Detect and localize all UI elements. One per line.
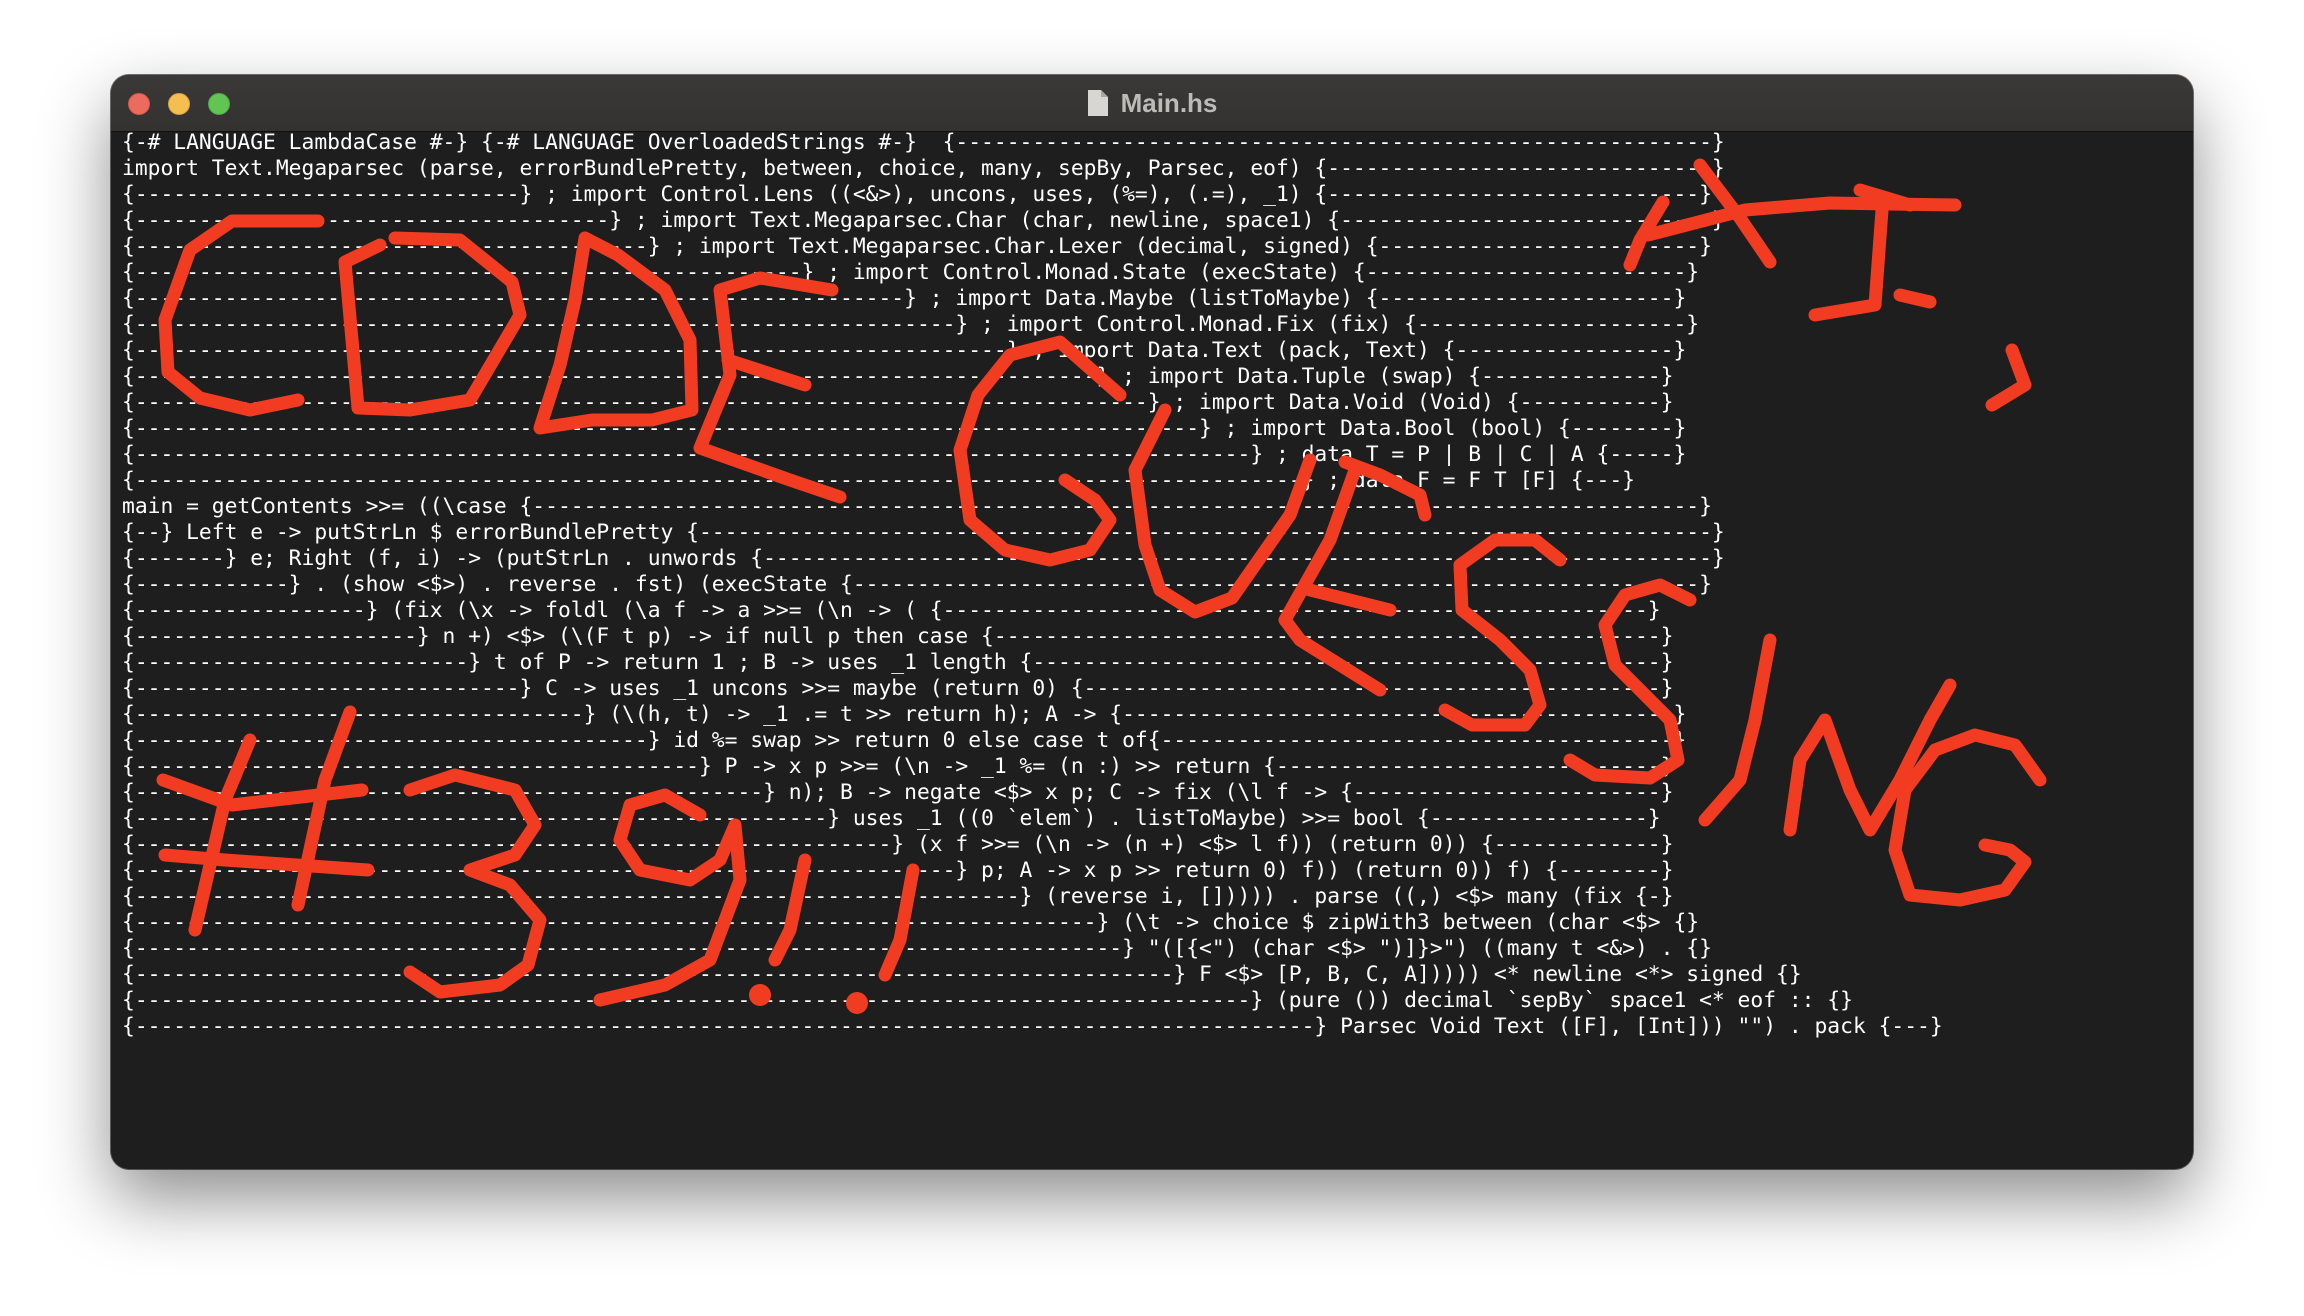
code-line: {---------------------------------------… — [122, 364, 1674, 389]
code-line: {---------------------------------------… — [122, 260, 1700, 285]
code-line: {---------------------------------------… — [122, 468, 1635, 493]
code-line: {---------------------------------------… — [122, 910, 1700, 935]
code-line: {------------------} (fix (\x -> foldl (… — [122, 598, 1661, 623]
code-line: {---------------------------------------… — [122, 988, 1853, 1013]
code-line: {------------------------------} C -> us… — [122, 676, 1674, 701]
code-line: {---------------------------------------… — [122, 754, 1674, 779]
code-line: {---------------------------------------… — [122, 936, 1712, 961]
code-line: {---------------------------------------… — [122, 728, 1687, 753]
editor-window: Main.hs {-# LANGUAGE LambdaCase #-} {-# … — [111, 75, 2193, 1169]
title-bar[interactable]: Main.hs — [111, 75, 2193, 132]
code-line: {---------------------------------------… — [122, 962, 1802, 987]
code-line: {-----------------------------------} (\… — [122, 702, 1687, 727]
window-title: Main.hs — [1120, 87, 1218, 118]
title-group: Main.hs — [111, 75, 2193, 131]
code-line: {---------------------------------------… — [122, 286, 1687, 311]
code-line: {--} Left e -> putStrLn $ errorBundlePre… — [122, 520, 1725, 545]
code-line: {---------------------------------------… — [122, 858, 1674, 883]
code-line: {---------------------------------------… — [122, 234, 1712, 259]
code-line: {------------------------------} ; impor… — [122, 182, 1712, 207]
code-line: main = getContents >>= ((\case {--------… — [122, 494, 1712, 519]
code-line: {------------} . (show <$>) . reverse . … — [122, 572, 1712, 597]
code-line: {---------------------------------------… — [122, 832, 1674, 857]
code-line: {-------} e; Right (f, i) -> (putStrLn .… — [122, 546, 1725, 571]
code-line: {-------------------------------------} … — [122, 208, 1725, 233]
code-line: {---------------------------------------… — [122, 312, 1700, 337]
code-line: {---------------------------------------… — [122, 338, 1687, 363]
code-line: {---------------------------------------… — [122, 780, 1674, 805]
code-line: {---------------------------------------… — [122, 442, 1687, 467]
code-line: {---------------------------------------… — [122, 806, 1661, 831]
code-line: {-# LANGUAGE LambdaCase #-} {-# LANGUAGE… — [122, 130, 1725, 155]
code-line: {---------------------------------------… — [122, 1014, 1943, 1039]
code-line: {----------------------} n +) <$> (\(F t… — [122, 624, 1674, 649]
document-icon — [1087, 89, 1109, 117]
code-line: {---------------------------------------… — [122, 884, 1674, 909]
code-line: import Text.Megaparsec (parse, errorBund… — [122, 156, 1725, 181]
code-line: {---------------------------------------… — [122, 390, 1674, 415]
code-line: {---------------------------------------… — [122, 416, 1687, 441]
code-area[interactable]: {-# LANGUAGE LambdaCase #-} {-# LANGUAGE… — [122, 130, 1943, 1040]
code-line: {--------------------------} t of P -> r… — [122, 650, 1674, 675]
